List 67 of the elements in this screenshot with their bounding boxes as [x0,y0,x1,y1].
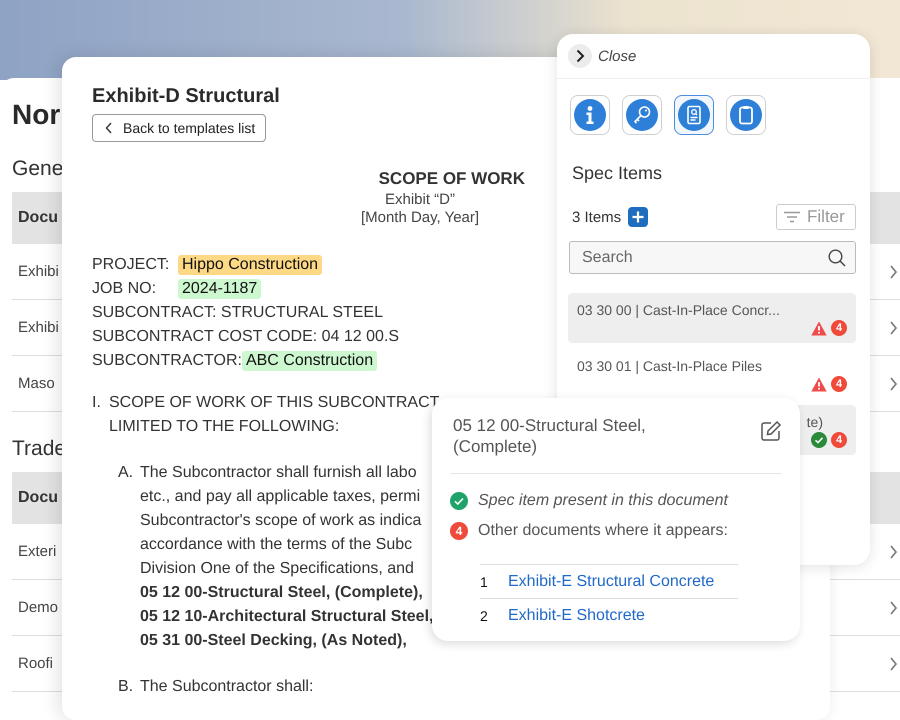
document-text: LIMITED TO THE FOLLOWING: [109,417,340,437]
note-text: Other documents where it appears: [478,522,728,540]
spec-item[interactable]: 03 30 01 | Cast-In-Place Piles 4 [568,349,856,399]
document-link[interactable]: Exhibit-E Structural Concrete [508,572,714,590]
row-number: 1 [480,574,489,590]
document-text: etc., and pay all applicable taxes, permi [140,487,422,507]
document-text: The Subcontractor shall: [140,677,314,697]
spec-item[interactable]: 03 30 00 | Cast-In-Place Concr... 4 [568,293,856,343]
document-text: accordance with the terms of the Subc [140,535,414,555]
document-text: SCOPE OF WORK OF THIS SUBCONTRACT [109,393,440,413]
list-marker: B. [118,677,134,697]
search-field[interactable]: Search [569,241,856,274]
field-label: JOB NO: [92,280,158,298]
note-text: Spec item present in this document [478,492,728,510]
document-subheading: [Month Day, Year] [360,209,480,227]
clipboard-icon [730,99,762,131]
table-cell: Exhibi [18,263,59,280]
field-value: ABC Construction [242,351,378,371]
document-text: 05 12 10-Architectural Structural Steel, [140,607,434,627]
document-text: Division One of the Specifications, and [140,559,415,579]
column-header: Docu [18,489,58,507]
document-icon [678,99,710,131]
back-button[interactable]: Back to templates list [92,114,266,142]
document-text: 05 31 00-Steel Decking, (As Noted), [140,631,408,651]
table-cell: Exhibi [18,319,59,336]
document-text: Subcontractor's scope of work as indica [140,511,422,531]
document-subheading: Exhibit “D” [384,191,456,209]
close-label[interactable]: Close [598,48,636,64]
search-icon[interactable] [828,249,846,267]
popover-title: 05 12 00-Structural Steel, (Complete) [453,415,647,457]
table-cell: Demo [18,599,58,616]
field-label: SUBCONTRACTOR: [92,352,242,370]
field-label: PROJECT: [92,256,170,274]
check-icon [450,492,468,510]
document-heading: SCOPE OF WORK [378,168,525,190]
tool-button[interactable] [674,95,714,135]
info-icon [574,99,606,131]
list-marker: A. [118,463,134,483]
panel-title: Spec Items [571,162,664,185]
tool-button[interactable] [726,95,766,135]
field-label: SUBCONTRACT COST CODE: 04 12 00.S [92,328,400,346]
field-value: 2024-1187 [178,279,262,299]
table-cell: Roofi [18,655,54,672]
edit-icon[interactable] [760,420,782,442]
item-count: 3 Items [572,208,622,226]
document-link[interactable]: Exhibit-E Shotcrete [508,606,645,624]
count-badge: 4 [831,432,847,448]
row-number: 2 [480,608,489,624]
document-text: The Subcontractor shall furnish all labo [140,463,418,483]
table-cell: Exteri [18,543,56,560]
field-label: SUBCONTRACT: STRUCTURAL STEEL [92,304,383,322]
tool-button[interactable] [622,95,662,135]
column-header: Docu [18,209,58,227]
add-icon[interactable] [628,207,648,227]
tool-button[interactable] [570,95,610,135]
count-badge: 4 [831,376,847,392]
table-cell: Maso [18,375,55,392]
key-icon [626,99,658,131]
field-value: Hippo Construction [178,255,322,275]
document-text: 05 12 00-Structural Steel, (Complete), [140,583,424,603]
count-badge: 4 [831,320,847,336]
chevron-icon[interactable] [568,44,592,68]
count-badge: 4 [450,522,468,540]
chevron-icon [105,122,113,134]
list-marker: I. [92,393,102,413]
filter-icon [783,211,801,223]
document-title: Exhibit-D Structural [92,84,281,108]
